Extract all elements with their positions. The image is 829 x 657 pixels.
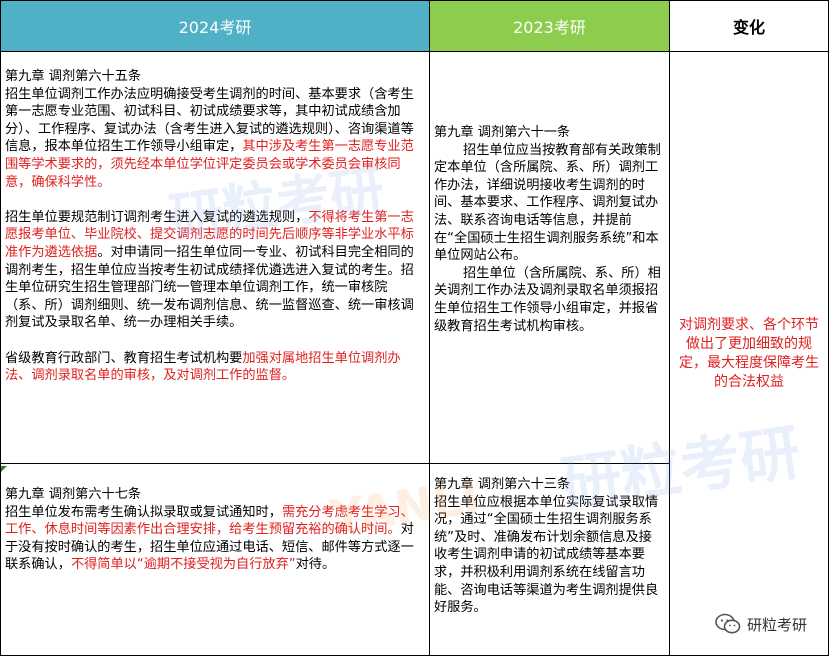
comparison-table: 2024考研 2023考研 变化 第九章 调剂第六十五条 招生单位调剂工作办法应…	[0, 0, 829, 657]
wechat-account-name: 研粒考研	[746, 615, 807, 634]
row1-2024-para1: 招生单位调剂工作办法应明确接受考生调剂的时间、基本要求（含考生第一志愿专业范围、…	[5, 86, 426, 192]
row2-2024-highlight-b: 不得简单以“逾期不接受视为自行放弃”	[70, 557, 296, 573]
row2-2024-text-a: 招生单位发布需考生确认拟录取或复试通知时，	[5, 504, 282, 520]
row1-2024-cell: 第九章 调剂第六十五条 招生单位调剂工作办法应明确接受考生调剂的时间、基本要求（…	[0, 52, 430, 464]
row2-2024-para1: 招生单位发布需考生确认拟录取或复试通知时，需充分考虑考生学习、工作、休息时间等因…	[5, 504, 426, 574]
change-text: 对调剂要求、各个环节做出了更加细致的规定，最大程度保障考生的合法权益	[679, 316, 819, 390]
row1-2023-para1: 招生单位应当按教育部有关政策制定本单位（含所属院、系、所）调剂工作办法，详细说明…	[434, 142, 661, 264]
header-change: 变化	[670, 0, 829, 52]
row2-2024-text-c: 对待。	[295, 557, 336, 573]
wechat-icon	[715, 613, 741, 635]
header-2023-label: 2023考研	[513, 18, 586, 37]
row2-2024-cell: 第九章 调剂第六十七条 招生单位发布需考生确认拟录取或复试通知时，需充分考虑考生…	[0, 464, 430, 656]
header-2024-label: 2024考研	[178, 18, 252, 37]
row1-2023-cell: 第九章 调剂第六十一条 招生单位应当按教育部有关政策制定本单位（含所属院、系、所…	[430, 52, 670, 464]
row1-2023-title: 第九章 调剂第六十一条	[434, 125, 571, 140]
row1-2024-p3-text: 省级教育行政部门、教育招生考试机构要	[5, 350, 243, 366]
row1-2024-para2: 招生单位要规范制订调剂考生进入复试的遴选规则，不得将考生第一志愿报考单位、毕业院…	[5, 209, 426, 332]
header-2024: 2024考研	[0, 0, 430, 52]
row1-2024-title: 第九章 调剂第六十五条	[5, 69, 142, 84]
cell-marker-triangle	[1, 466, 7, 472]
row1-2024-p2-text-a: 招生单位要规范制订调剂考生进入复试的遴选规则，	[5, 209, 309, 225]
header-2023: 2023考研	[430, 0, 670, 52]
wechat-badge: 研粒考研	[715, 613, 807, 635]
row1-2024-para3: 省级教育行政部门、教育招生考试机构要加强对属地招生单位调剂办法、调剂录取名单的审…	[5, 350, 426, 385]
row2-2023-para1: 招生单位应根据本单位实际复试录取情况，通过“全国硕士生招生调剂服务系统”及时、准…	[434, 494, 659, 616]
row2-2023-title: 第九章 调剂第六十三条	[434, 477, 571, 492]
header-change-label: 变化	[732, 18, 765, 37]
row2-2024-title: 第九章 调剂第六十七条	[5, 487, 142, 502]
change-cell: 对调剂要求、各个环节做出了更加细致的规定，最大程度保障考生的合法权益	[670, 52, 829, 656]
row1-2023-para2: 招生单位（含所属院、系、所）相关调剂工作办法及调剂录取名单须报招生单位招生工作领…	[434, 265, 661, 334]
row2-2023-cell: 第九章 调剂第六十三条 招生单位应根据本单位实际复试录取情况，通过“全国硕士生招…	[430, 464, 670, 656]
